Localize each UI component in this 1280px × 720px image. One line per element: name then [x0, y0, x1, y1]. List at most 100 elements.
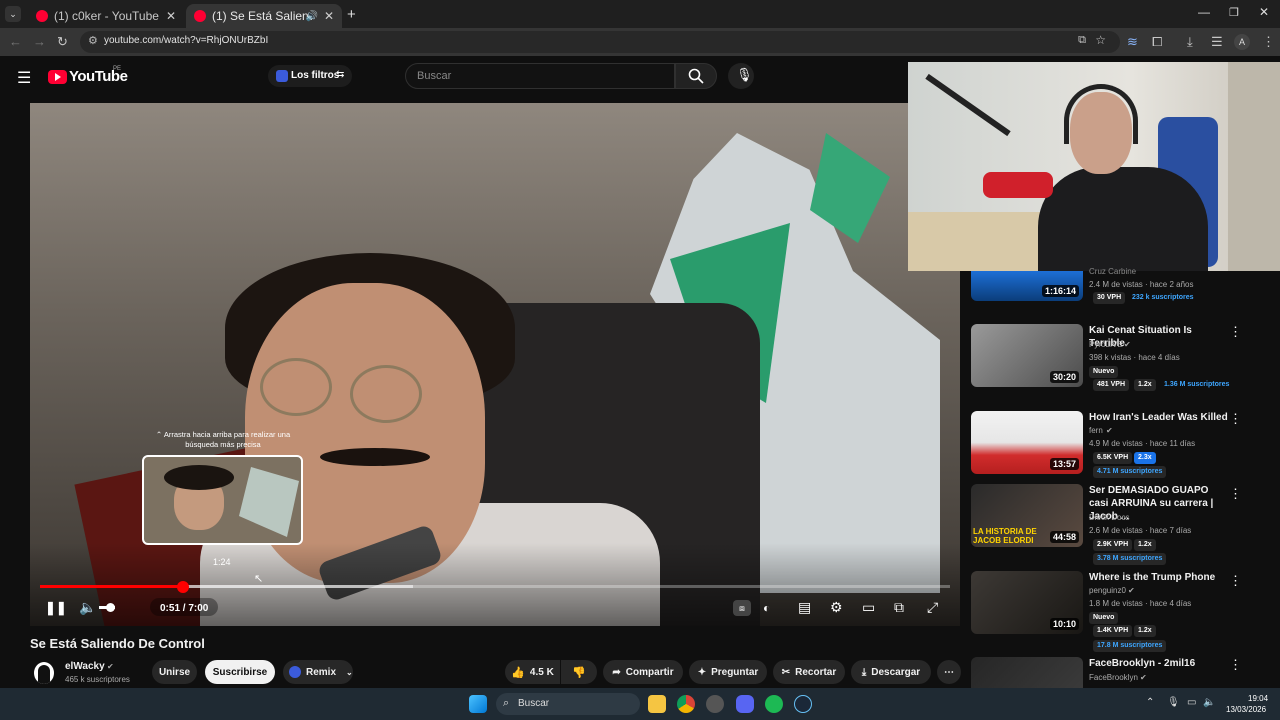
dislike-button[interactable]: 👎 — [561, 660, 597, 684]
recommendation-thumbnail[interactable]: 1:16:14 — [971, 271, 1083, 301]
remix-label: Remix — [306, 666, 337, 678]
search-icon: ⌕ — [503, 697, 510, 709]
video-duration: 30:20 — [1049, 371, 1079, 383]
scrubber-handle[interactable] — [176, 581, 189, 593]
filters-player-icon[interactable]: ⧈ — [733, 600, 751, 616]
recommendation-thumbnail[interactable] — [971, 657, 1083, 688]
theater-mode-icon[interactable]: ▭ — [862, 598, 875, 616]
download-button[interactable]: ⤓ Descargar — [851, 660, 931, 684]
like-button[interactable]: 👍 4.5 K — [505, 660, 560, 684]
recommendation-thumbnail[interactable]: LA HISTORIA DE JACOB ELORDI 44:58 — [971, 484, 1083, 547]
site-info-icon[interactable]: ⚙ — [88, 34, 98, 47]
tab-label: (1) c0ker - YouTube — [54, 9, 159, 23]
audio-playing-icon[interactable]: 🔊 — [306, 11, 318, 22]
rec-title[interactable]: FaceBrooklyn - 2mil16 — [1089, 657, 1229, 670]
more-actions-icon[interactable]: ⋮ — [1229, 657, 1242, 673]
rec-channel[interactable]: FaceBrooklyn — [1089, 673, 1138, 682]
more-actions-icon[interactable]: ⋮ — [1229, 324, 1242, 340]
new-tab-button[interactable]: + — [347, 6, 356, 23]
video-duration: 13:57 — [1049, 458, 1079, 470]
channel-name[interactable]: elWacky — [65, 661, 105, 672]
volume-slider-handle[interactable] — [106, 603, 115, 612]
rec-channel[interactable]: fern — [1089, 426, 1103, 435]
clock-time[interactable]: 19:04 — [1248, 694, 1268, 703]
remix-icon — [289, 666, 301, 678]
tray-chevron-icon[interactable]: ⌃ — [1146, 697, 1154, 708]
join-button[interactable]: Unirse — [152, 660, 197, 684]
rec-channel[interactable]: Dieck Docs — [1089, 513, 1129, 522]
autoplay-toggle-icon[interactable]: ◐ — [763, 599, 770, 617]
preview-figure — [239, 467, 299, 537]
rec-channel[interactable]: penguinz0 — [1089, 586, 1126, 595]
download-icon[interactable]: ⤓ — [1187, 33, 1193, 51]
recommendation-thumbnail[interactable]: 10:10 — [971, 571, 1083, 634]
install-app-icon[interactable]: ⧉ — [1078, 34, 1086, 47]
cam-shelf — [1228, 62, 1280, 271]
share-button[interactable]: ➦ Compartir — [603, 660, 683, 684]
remix-button[interactable]: Remix ⌄ — [283, 660, 353, 684]
clock-date[interactable]: 13/03/2026 — [1226, 705, 1266, 714]
cast-icon[interactable]: ⧉ — [894, 598, 904, 616]
tray-network-icon[interactable]: ▭ — [1187, 697, 1196, 708]
youtube-logo-icon[interactable] — [48, 70, 67, 84]
ask-button[interactable]: ✦ Preguntar — [689, 660, 767, 684]
channel-avatar[interactable] — [34, 662, 54, 684]
steam-icon[interactable] — [794, 695, 812, 713]
settings-gear-icon[interactable]: ⚙ — [830, 598, 843, 616]
discord-icon[interactable] — [736, 695, 754, 713]
tab-current-video[interactable]: (1) Se Está Saliendo De Con 🔊 ✕ — [186, 4, 342, 28]
file-explorer-icon[interactable] — [648, 695, 666, 713]
more-actions-button[interactable]: ⋯ — [937, 660, 961, 684]
more-actions-icon[interactable]: ⋮ — [1229, 573, 1242, 589]
rec-channel[interactable]: Cruz Carbine — [1089, 267, 1136, 276]
profile-avatar[interactable]: A — [1234, 34, 1250, 50]
tray-volume-icon[interactable]: 🔈 — [1203, 697, 1215, 708]
spotify-icon[interactable] — [765, 695, 783, 713]
minimize-window-icon[interactable]: — — [1198, 5, 1210, 19]
search-icon — [688, 68, 704, 84]
time-text: 0:51 / 7:00 — [160, 603, 209, 614]
tab-search-icon[interactable]: ⌄ — [5, 6, 21, 22]
subtitles-icon[interactable]: ▤ — [798, 598, 811, 616]
tray-mic-icon[interactable]: 🎙 — [1167, 697, 1180, 708]
voice-search-button[interactable]: 🎙 — [728, 63, 754, 89]
volume-icon[interactable]: 🔈 — [79, 598, 96, 616]
verified-icon: ✔ — [107, 662, 114, 671]
extensions-puzzle-icon[interactable]: ⧠ — [1152, 33, 1162, 51]
rec-meta: 4.9 M de vistas · hace 11 días — [1089, 439, 1196, 448]
back-icon[interactable]: ← — [9, 33, 22, 51]
close-tab-icon[interactable]: ✕ — [324, 9, 334, 23]
close-tab-icon[interactable]: ✕ — [166, 9, 176, 23]
tab-c0ker[interactable]: (1) c0ker - YouTube ✕ — [28, 4, 184, 28]
forward-icon[interactable]: → — [33, 33, 46, 51]
extension-wave-icon[interactable]: ≋ — [1127, 33, 1138, 51]
hamburger-menu-icon[interactable]: ☰ — [17, 68, 31, 88]
filters-button[interactable]: Los filtros ⇆ — [268, 65, 352, 87]
reading-list-icon[interactable]: ☰ — [1211, 33, 1223, 51]
taskbar-search[interactable]: ⌕ Buscar — [496, 693, 640, 715]
clip-button[interactable]: ✂ Recortar — [773, 660, 845, 684]
address-bar[interactable]: ⚙ youtube.com/watch?v=RhjONUrBZbI ⧉ ☆ — [80, 31, 1120, 53]
pause-icon[interactable]: ❚❚ — [45, 599, 67, 617]
rec-channel[interactable]: PyroLIVE — [1089, 340, 1123, 349]
windows-start-icon[interactable] — [469, 695, 487, 713]
reload-icon[interactable]: ↻ — [57, 33, 68, 51]
rec-title[interactable]: How Iran's Leader Was Killed — [1089, 411, 1229, 424]
seek-preview-time: 1:24 — [213, 557, 231, 567]
restore-window-icon[interactable]: ❐ — [1229, 6, 1239, 19]
close-window-icon[interactable]: ✕ — [1259, 5, 1269, 19]
fullscreen-icon[interactable]: ⤢ — [927, 598, 938, 616]
browser-menu-icon[interactable]: ⋮ — [1262, 33, 1275, 51]
search-button[interactable] — [675, 63, 717, 89]
bookmark-star-icon[interactable]: ☆ — [1095, 33, 1106, 47]
app-icon[interactable] — [706, 695, 724, 713]
rec-title[interactable]: Where is the Trump Phone — [1089, 571, 1229, 584]
recommendation-thumbnail[interactable]: 30:20 — [971, 324, 1083, 387]
search-input[interactable]: Buscar — [405, 63, 675, 89]
subscribe-button[interactable]: Suscribirse — [205, 660, 275, 684]
more-actions-icon[interactable]: ⋮ — [1229, 411, 1242, 427]
recommendation-thumbnail[interactable]: 13:57 — [971, 411, 1083, 474]
chrome-icon[interactable] — [677, 695, 695, 713]
video-player[interactable] — [30, 103, 960, 626]
more-actions-icon[interactable]: ⋮ — [1229, 486, 1242, 502]
